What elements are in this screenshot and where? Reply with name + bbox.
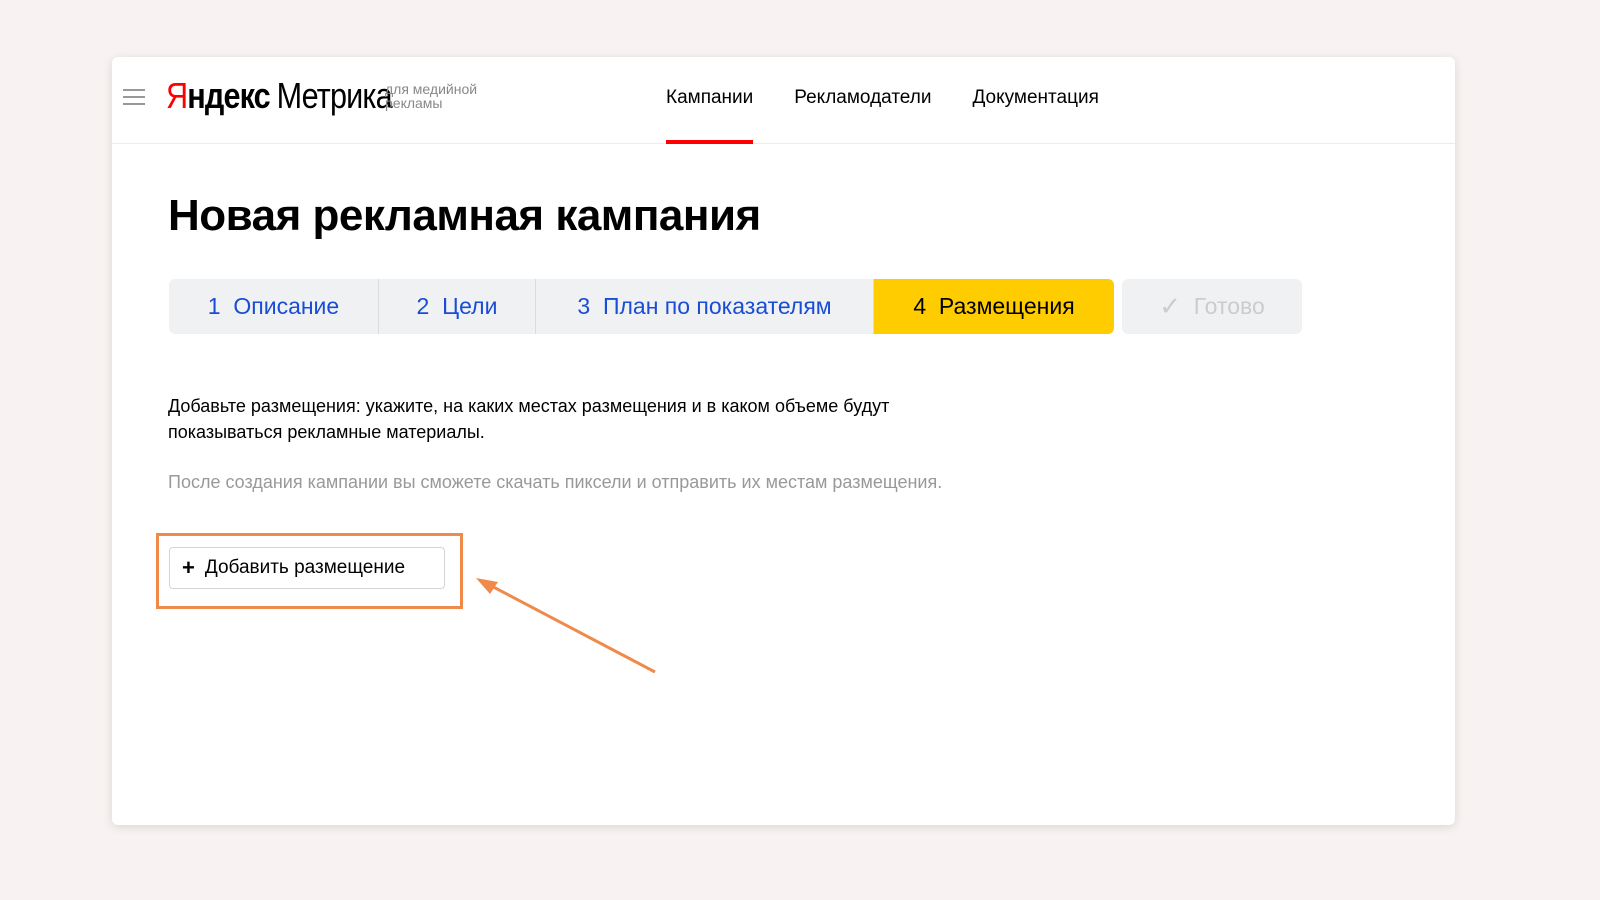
annotation-arrow	[476, 578, 656, 674]
